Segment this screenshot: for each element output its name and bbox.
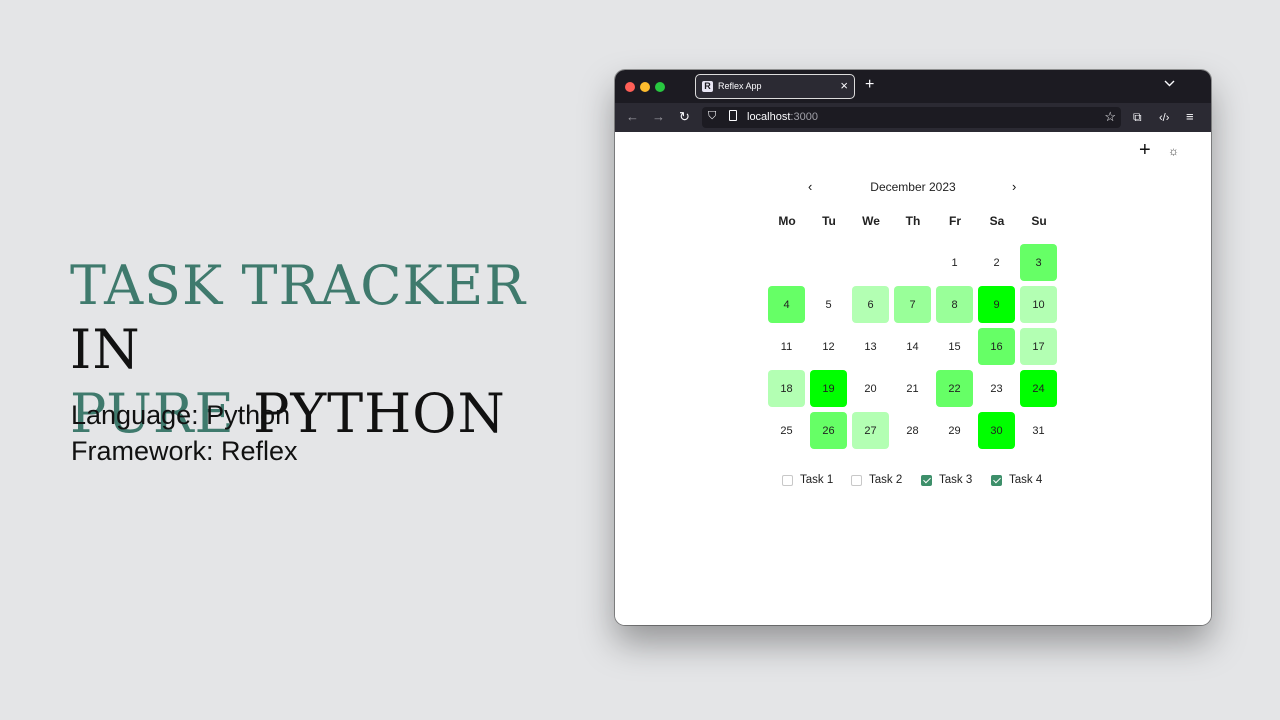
shield-icon[interactable]: ⛉: [708, 110, 716, 123]
task-label: Task 2: [869, 474, 903, 486]
url-host: localhost: [747, 111, 791, 123]
headline-rest-1: IN: [70, 318, 141, 381]
task-checkbox[interactable]: [991, 475, 1002, 486]
minimize-window-button[interactable]: [640, 82, 650, 92]
calendar-day[interactable]: 2: [978, 244, 1015, 281]
tab-list-chevron-icon[interactable]: [1164, 78, 1175, 90]
calendar-day[interactable]: 14: [894, 328, 931, 365]
calendar-day[interactable]: 15: [936, 328, 973, 365]
calendar-day[interactable]: 17: [1020, 328, 1057, 365]
extensions-icon[interactable]: ⧉: [1133, 109, 1142, 125]
close-window-button[interactable]: [625, 82, 635, 92]
reload-icon[interactable]: ↻: [679, 109, 690, 125]
weekday-header: Fr: [949, 214, 961, 228]
weekday-header: Tu: [822, 214, 836, 228]
calendar-day[interactable]: 21: [894, 370, 931, 407]
page-icon: [729, 110, 737, 121]
headline-accent-1: TASK TRACKER: [70, 254, 526, 317]
calendar-day[interactable]: 3: [1020, 244, 1057, 281]
calendar-day[interactable]: 8: [936, 286, 973, 323]
calendar-day[interactable]: 31: [1020, 412, 1057, 449]
tab-title: Reflex App: [718, 81, 762, 91]
calendar-day[interactable]: 25: [768, 412, 805, 449]
calendar-day[interactable]: 20: [852, 370, 889, 407]
tab-bar: R Reflex App × +: [615, 70, 1211, 103]
calendar-header: ‹ December 2023 ›: [765, 179, 1065, 197]
theme-toggle-sun-icon[interactable]: ☼: [1168, 144, 1179, 158]
calendar-day[interactable]: 27: [852, 412, 889, 449]
task-checkbox[interactable]: [851, 475, 862, 486]
weekday-header: Mo: [778, 214, 796, 228]
calendar-day[interactable]: 23: [978, 370, 1015, 407]
calendar-day[interactable]: 24: [1020, 370, 1057, 407]
calendar-day[interactable]: 9: [978, 286, 1015, 323]
calendar-day[interactable]: 11: [768, 328, 805, 365]
weekday-header: Su: [1031, 214, 1047, 228]
calendar-day[interactable]: 30: [978, 412, 1015, 449]
calendar-day[interactable]: 16: [978, 328, 1015, 365]
browser-window: R Reflex App × + ← → ↻ ⛉ localhost:3000 …: [615, 70, 1211, 625]
task-label: Task 1: [800, 474, 834, 486]
url-bar[interactable]: ⛉ localhost:3000 ☆: [702, 107, 1121, 128]
weekday-header: We: [862, 214, 880, 228]
task-checkbox[interactable]: [921, 475, 932, 486]
next-month-button[interactable]: ›: [1012, 179, 1016, 194]
reflex-favicon-icon: R: [702, 81, 713, 92]
subtext: Language: Python Framework: Reflex: [71, 397, 298, 469]
maximize-window-button[interactable]: [655, 82, 665, 92]
navigation-bar: ← → ↻ ⛉ localhost:3000 ☆ ⧉ ‹/› ≡: [615, 103, 1211, 132]
weekday-header: Th: [905, 214, 921, 228]
language-text: Language: Python: [71, 400, 291, 430]
browser-tab[interactable]: R Reflex App ×: [695, 74, 855, 99]
back-arrow-icon[interactable]: ←: [626, 109, 639, 125]
calendar-day[interactable]: 29: [936, 412, 973, 449]
calendar-day[interactable]: 7: [894, 286, 931, 323]
headline-line-1: TASK TRACKER IN: [70, 254, 590, 382]
calendar-day[interactable]: 4: [768, 286, 805, 323]
calendar-day[interactable]: 6: [852, 286, 889, 323]
task-checkbox[interactable]: [782, 475, 793, 486]
devtools-icon[interactable]: ‹/›: [1159, 110, 1169, 126]
url-port: :3000: [790, 111, 818, 123]
calendar-day[interactable]: 22: [936, 370, 973, 407]
weekday-header: Sa: [989, 214, 1005, 228]
calendar-day[interactable]: 13: [852, 328, 889, 365]
calendar-day[interactable]: 18: [768, 370, 805, 407]
menu-icon[interactable]: ≡: [1186, 109, 1194, 125]
calendar-day[interactable]: 28: [894, 412, 931, 449]
framework-text: Framework: Reflex: [71, 436, 298, 466]
task-label: Task 3: [939, 474, 973, 486]
close-tab-icon[interactable]: ×: [840, 78, 848, 94]
forward-arrow-icon[interactable]: →: [652, 109, 665, 125]
task-label: Task 4: [1009, 474, 1043, 486]
calendar-day[interactable]: 5: [810, 286, 847, 323]
calendar-day[interactable]: 19: [810, 370, 847, 407]
month-label: December 2023: [870, 180, 956, 194]
app-content: + ☼ ‹ December 2023 › Mo Tu We Th Fr Sa Su 123…: [615, 132, 1211, 625]
star-icon[interactable]: ☆: [1104, 109, 1116, 125]
new-tab-plus-icon[interactable]: +: [865, 76, 874, 94]
url-text: localhost:3000: [747, 111, 818, 123]
calendar-day[interactable]: 1: [936, 244, 973, 281]
calendar-day[interactable]: 10: [1020, 286, 1057, 323]
add-task-button[interactable]: +: [1139, 140, 1151, 160]
calendar-day[interactable]: 26: [810, 412, 847, 449]
calendar-day[interactable]: 12: [810, 328, 847, 365]
